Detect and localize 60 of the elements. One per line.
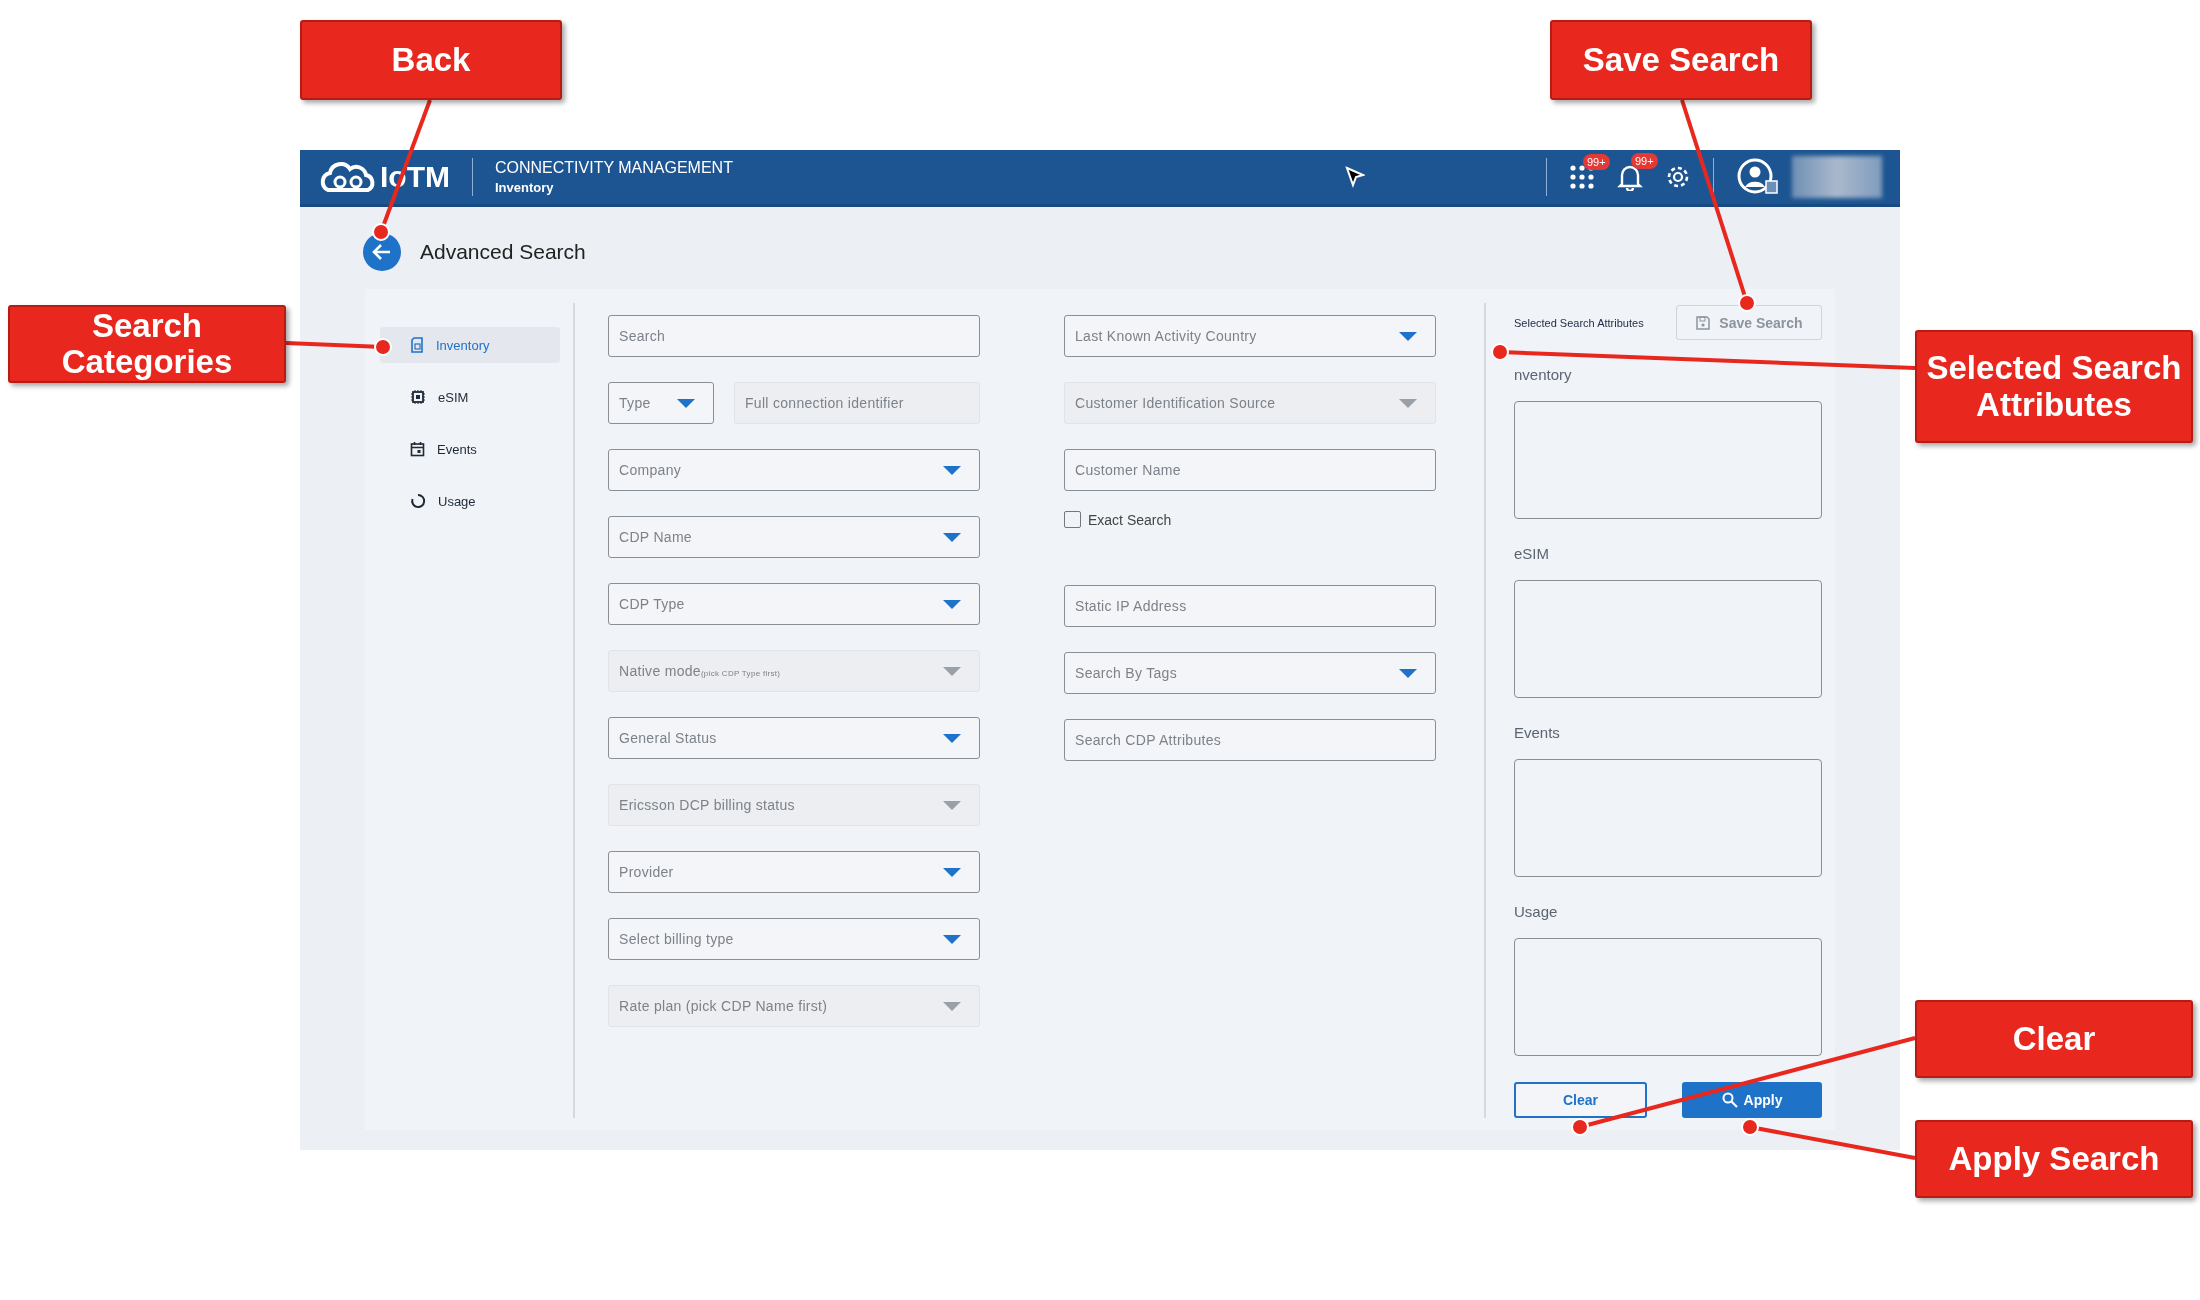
input-field[interactable]: Search — [608, 315, 980, 357]
group-label: Events — [1514, 724, 1561, 741]
page-title: Advanced Search — [420, 240, 586, 264]
dropdown-field[interactable]: Company — [608, 449, 980, 491]
caret-icon — [1399, 668, 1417, 678]
caret-icon — [943, 465, 961, 475]
dropdown-field[interactable]: Provider — [608, 851, 980, 893]
exact-search-checkbox[interactable]: Exact Search — [1064, 511, 1436, 528]
caret-icon — [943, 867, 961, 877]
calendar-icon — [410, 441, 425, 457]
apps-grid-icon[interactable] — [1569, 164, 1595, 190]
dropdown-field[interactable]: Last Known Activity Country — [1064, 315, 1436, 357]
ring-icon — [410, 493, 426, 509]
category-tab[interactable]: Inventory — [380, 327, 560, 363]
dropdown-field[interactable]: Type — [608, 382, 714, 424]
section-subtitle: Inventory — [495, 180, 555, 195]
dropdown-field[interactable]: CDP Type — [608, 583, 980, 625]
dropdown-field[interactable]: Select billing type — [608, 918, 980, 960]
category-tab[interactable]: eSIM — [380, 379, 560, 415]
search-icon — [1721, 1092, 1738, 1108]
sim-card-icon — [410, 337, 424, 353]
settings-icon[interactable] — [1665, 164, 1691, 190]
caret-icon — [943, 532, 961, 542]
chip-icon — [410, 389, 426, 405]
caret-icon — [943, 666, 961, 676]
apply-button[interactable]: Apply — [1682, 1082, 1822, 1118]
callout-label: Save Search — [1550, 20, 1812, 100]
callout-label: Selected Search Attributes — [1915, 330, 2193, 443]
callout-label: Apply Search — [1915, 1120, 2193, 1198]
caret-icon — [1399, 398, 1417, 408]
input-field[interactable]: Search CDP Attributes — [1064, 719, 1436, 761]
group-label: nventory — [1514, 366, 1573, 383]
input-field[interactable]: Static IP Address — [1064, 585, 1436, 627]
dropdown-field[interactable]: Search By Tags — [1064, 652, 1436, 694]
caret-icon — [1399, 331, 1417, 341]
caret-icon — [943, 1001, 961, 1011]
user-avatar-icon[interactable] — [1736, 157, 1780, 197]
caret-icon — [943, 599, 961, 609]
dropdown-field[interactable]: CDP Name — [608, 516, 980, 558]
category-tab[interactable]: Usage — [380, 483, 560, 519]
category-tab[interactable]: Events — [380, 431, 560, 467]
group-label: eSIM — [1514, 545, 1550, 562]
dropdown-field[interactable]: General Status — [608, 717, 980, 759]
cursor-icon — [1344, 166, 1365, 188]
notification-badge: 99+ — [1631, 153, 1658, 169]
caret-icon — [943, 733, 961, 743]
back-button[interactable] — [362, 232, 402, 272]
callout-label: Back — [300, 20, 562, 100]
panel-title: Selected Search Attributes — [1514, 316, 1644, 329]
callout-label: Clear — [1915, 1000, 2193, 1078]
notification-badge: 99+ — [1583, 154, 1610, 170]
bell-icon[interactable] — [1617, 163, 1643, 191]
caret-icon — [943, 934, 961, 944]
caret-icon — [943, 800, 961, 810]
module-title: CONNECTIVITY MANAGEMENT — [495, 159, 733, 177]
clear-button[interactable]: Clear — [1514, 1082, 1647, 1118]
input-field[interactable]: Customer Name — [1064, 449, 1436, 491]
group-label: Usage — [1514, 903, 1559, 920]
callout-label: Search Categories — [8, 305, 286, 383]
caret-icon — [677, 398, 695, 408]
